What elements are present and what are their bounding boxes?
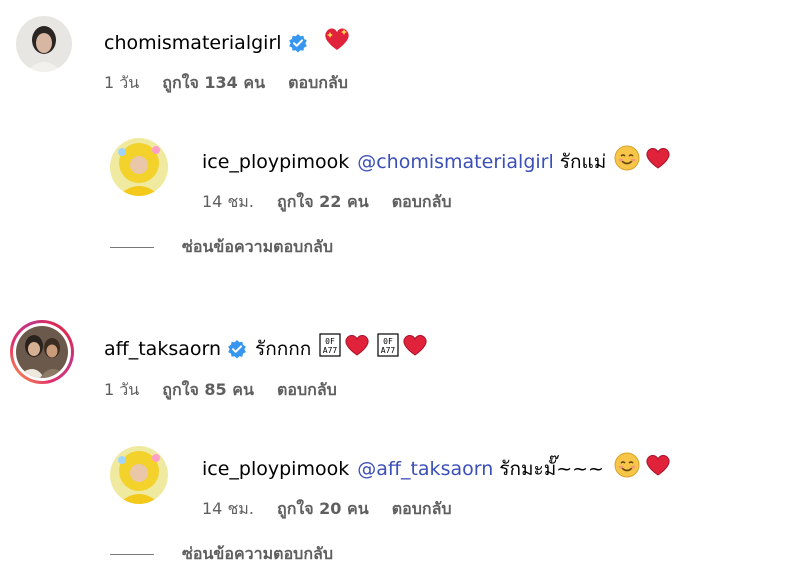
comment-text: รักมะมั๊~~~ — [499, 457, 604, 480]
divider-line — [110, 247, 154, 248]
reply-meta: 14 ชม. ถูกใจ 20 คน ตอบกลับ — [202, 498, 470, 520]
red-heart-icon — [644, 453, 672, 484]
comment-line: chomismaterialgirl — [104, 26, 352, 59]
hide-replies-label: ซ่อนข้อความตอบกลับ — [182, 544, 333, 563]
reply-button[interactable]: ตอบกลับ — [277, 380, 337, 399]
unknown-glyph-icon: 0F A77 — [377, 333, 399, 364]
reply-button[interactable]: ตอบกลับ — [392, 192, 452, 211]
timestamp: 14 ชม. — [202, 192, 254, 211]
svg-text:0F: 0F — [325, 337, 335, 346]
hide-replies-button[interactable]: ซ่อนข้อความตอบกลับ — [110, 542, 333, 567]
avatar-chomismaterialgirl[interactable] — [16, 16, 72, 72]
smiling-face-icon — [614, 452, 640, 485]
svg-text:A77: A77 — [381, 346, 396, 355]
likes-count[interactable]: ถูกใจ 134 คน — [162, 73, 265, 92]
svg-text:A77: A77 — [323, 346, 338, 355]
username[interactable]: aff_taksaorn — [104, 336, 221, 362]
verified-badge-icon — [227, 339, 247, 359]
username[interactable]: ice_ploypimook — [202, 456, 349, 482]
mention-link[interactable]: @aff_taksaorn — [357, 456, 493, 482]
comment-meta: 1 วัน ถูกใจ 85 คน ตอบกลับ — [104, 379, 355, 401]
reply-button[interactable]: ตอบกลับ — [392, 499, 452, 518]
likes-count[interactable]: ถูกใจ 20 คน — [277, 499, 369, 518]
avatar-ice_ploypimook[interactable] — [110, 446, 168, 504]
comment-line: aff_taksaorn รักกกก 0F A77 0F A77 — [104, 333, 429, 364]
timestamp: 1 วัน — [104, 380, 140, 399]
timestamp: 1 วัน — [104, 73, 140, 92]
timestamp: 14 ชม. — [202, 499, 254, 518]
svg-text:0F: 0F — [383, 337, 393, 346]
comment-text: รักแม่ — [559, 150, 607, 173]
verified-badge-icon — [288, 33, 308, 53]
likes-count[interactable]: ถูกใจ 22 คน — [277, 192, 369, 211]
likes-count[interactable]: ถูกใจ 85 คน — [162, 380, 254, 399]
avatar-ice_ploypimook[interactable] — [110, 138, 168, 196]
red-heart-icon — [644, 146, 672, 177]
avatar-aff_taksaorn[interactable] — [10, 320, 74, 384]
divider-line — [110, 554, 154, 555]
red-heart-icon — [401, 333, 429, 364]
reply-meta: 14 ชม. ถูกใจ 22 คน ตอบกลับ — [202, 191, 470, 213]
reply-line: ice_ploypimook @chomismaterialgirl รักแม… — [202, 145, 672, 178]
unknown-glyph-icon: 0F A77 — [319, 333, 341, 364]
username[interactable]: chomismaterialgirl — [104, 30, 282, 56]
mention-link[interactable]: @chomismaterialgirl — [357, 149, 554, 175]
hide-replies-label: ซ่อนข้อความตอบกลับ — [182, 237, 333, 256]
sparkling-heart-icon — [322, 26, 352, 59]
reply-button[interactable]: ตอบกลับ — [288, 73, 348, 92]
comment-meta: 1 วัน ถูกใจ 134 คน ตอบกลับ — [104, 72, 366, 94]
comment-text: รักกกก — [255, 337, 312, 360]
username[interactable]: ice_ploypimook — [202, 149, 349, 175]
smiling-face-icon — [614, 145, 640, 178]
reply-line: ice_ploypimook @aff_taksaorn รักมะมั๊~~~ — [202, 452, 672, 485]
hide-replies-button[interactable]: ซ่อนข้อความตอบกลับ — [110, 235, 333, 260]
red-heart-icon — [343, 333, 371, 364]
